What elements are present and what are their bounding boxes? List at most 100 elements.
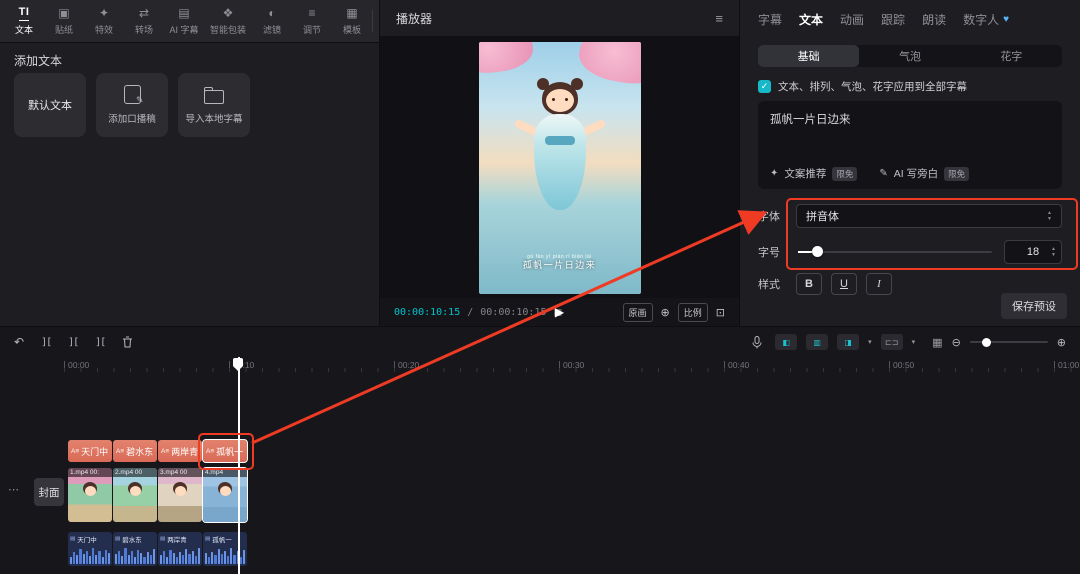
timeline-zoom-slider[interactable] — [969, 337, 1048, 347]
subtitle-text-input[interactable]: 孤帆一片日边来 ✦ 文案推荐 限免 ✎ AI 写旁白 限免 — [758, 101, 1062, 189]
import-subtitle-card[interactable]: 导入本地字幕 — [178, 73, 250, 137]
tool-text[interactable]: TI 文本 — [4, 6, 44, 36]
tool-sticker[interactable]: ▣ 贴纸 — [44, 6, 84, 36]
playhead-line[interactable] — [238, 357, 240, 574]
zoom-in-icon[interactable]: ⊕ — [1057, 336, 1066, 349]
subtitle-text-value: 孤帆一片日边来 — [770, 114, 851, 126]
cover-button[interactable]: 封面 — [34, 478, 64, 506]
apply-all-checkbox[interactable]: ✓ — [758, 80, 771, 93]
tab-digital-human[interactable]: 数字人 ♥ — [963, 11, 1009, 28]
tool-smart-package[interactable]: ❖ 智能包装 — [204, 6, 252, 36]
tab-reading[interactable]: 朗读 — [922, 11, 946, 28]
style-label: 样式 — [758, 279, 780, 291]
player-stage: gū fān yī piàn rì biān lái 孤帆一片日边来 — [380, 37, 739, 298]
subtitle-badge-icon: A≡ — [161, 447, 170, 455]
blossom-decoration — [478, 41, 536, 77]
video-clip[interactable]: 3.mp4 00 — [158, 468, 202, 522]
record-voiceover-icon[interactable] — [752, 335, 762, 349]
font-size-input[interactable]: 18 ▲ ▼ — [1004, 240, 1062, 264]
video-clip[interactable]: 2.mp4 00 — [113, 468, 157, 522]
text-clip[interactable]: A≡ 碧水东 — [113, 440, 157, 462]
underline-button[interactable]: U — [831, 273, 857, 295]
font-family-dropdown[interactable]: 拼音体 ▲ ▼ — [796, 204, 1062, 228]
tool-filter[interactable]: ◐ 滤镜 — [252, 6, 292, 36]
range-select-button[interactable]: ⊏⊐ — [880, 334, 903, 350]
tab-text[interactable]: 文本 — [799, 11, 823, 28]
heart-icon: ♥ — [1003, 13, 1010, 25]
italic-button[interactable]: I — [866, 273, 892, 295]
ruler-label: 00:30 — [563, 360, 585, 370]
ai-narration-button[interactable]: AI 写旁白 — [894, 166, 938, 181]
track-options-ellipsis[interactable]: ⋯ — [8, 483, 19, 496]
fit-screen-icon[interactable]: ⊕ — [661, 306, 670, 319]
subtab-basic[interactable]: 基础 — [758, 45, 860, 67]
add-narration-card[interactable]: 添加口播稿 — [96, 73, 168, 137]
copy-suggest-button[interactable]: 文案推荐 — [784, 166, 826, 181]
range-dropdown-caret-icon[interactable]: ▾ — [912, 338, 916, 346]
tool-ai-captions-label: AI 字幕 — [169, 25, 199, 35]
link-toggle-button[interactable]: ▥ — [806, 334, 829, 350]
slider-thumb[interactable] — [811, 246, 823, 257]
font-size-row: 字号 18 ▲ ▼ — [758, 240, 1062, 264]
text-clip[interactable]: A≡ 天门中 — [68, 440, 112, 462]
tab-subtitles[interactable]: 字幕 — [758, 11, 782, 28]
audio-clip[interactable]: ▤ 孤帆一 — [203, 532, 247, 566]
timeline-ruler[interactable]: 00:00 00:10 00:20 00:30 00:40 00:50 01:0… — [0, 357, 1080, 375]
audio-track-icon: ▤ — [115, 536, 121, 542]
folder-icon — [203, 86, 224, 104]
aspect-ratio-button[interactable]: 比例 — [677, 302, 708, 322]
adjust-icon: ≡ — [308, 5, 316, 20]
subtab-fancy-text[interactable]: 花字 — [961, 45, 1062, 67]
player-menu-icon[interactable]: ≡ — [715, 11, 723, 26]
player-panel: 播放器 ≡ gū fān yī piàn rì biān lái 孤帆一片日边来… — [380, 0, 739, 326]
text-clip[interactable]: A≡ 两岸青 — [158, 440, 202, 462]
fullscreen-icon[interactable]: ⊡ — [716, 306, 725, 319]
split-icon[interactable]: ][ — [41, 337, 52, 348]
tool-ai-captions[interactable]: ▤ AI 字幕 — [164, 6, 204, 36]
font-stepper[interactable]: ▲ ▼ — [1047, 209, 1052, 222]
tool-adjust[interactable]: ≡ 调节 — [292, 6, 332, 36]
audio-waveform — [115, 545, 156, 564]
delete-icon[interactable] — [122, 336, 133, 348]
audio-clip[interactable]: ▤ 天门中 — [68, 532, 112, 566]
text-clip-selected[interactable]: A≡ 孤帆一 — [202, 439, 248, 463]
font-size-label: 字号 — [758, 247, 780, 259]
toggle-dropdown-caret-icon[interactable]: ▾ — [868, 338, 872, 346]
playhead-follow-toggle-button[interactable]: ◨ — [837, 334, 860, 350]
tool-template[interactable]: ▦ 模板 — [332, 6, 372, 36]
tab-animation[interactable]: 动画 — [840, 11, 864, 28]
tool-sticker-label: 贴纸 — [54, 25, 73, 35]
original-quality-button[interactable]: 原画 — [622, 302, 653, 322]
zoom-out-icon[interactable]: ⊖ — [952, 336, 961, 349]
audio-clip[interactable]: ▤ 两岸青 — [158, 532, 202, 566]
tool-transition[interactable]: ⇄ 转场 — [124, 6, 164, 36]
ai-captions-icon: ▤ — [178, 5, 190, 20]
trim-right-icon[interactable]: ][ — [95, 337, 106, 348]
import-subtitle-label: 导入本地字幕 — [185, 113, 243, 125]
video-preview[interactable]: gū fān yī piàn rì biān lái 孤帆一片日边来 — [478, 41, 641, 294]
total-duration: 00:00:10:15 — [480, 306, 547, 318]
snap-toggle-button[interactable]: ◧ — [775, 334, 798, 350]
toolbar-expand-button[interactable]: » — [372, 10, 379, 32]
font-size-slider[interactable] — [798, 240, 992, 264]
stepper-up-icon: ▲ — [1047, 209, 1052, 216]
bold-button[interactable]: B — [796, 273, 822, 295]
audio-clip[interactable]: ▤ 碧水东 — [113, 532, 157, 566]
tool-effects[interactable]: ✦ 特效 — [84, 6, 124, 36]
undo-icon[interactable]: ↶ — [14, 335, 24, 349]
default-text-card[interactable]: 默认文本 — [14, 73, 86, 137]
zoom-slider-thumb[interactable] — [981, 337, 991, 347]
free-badge: 限免 — [832, 166, 858, 181]
media-toolbar: TI 文本 ▣ 贴纸 ✦ 特效 ⇄ 转场 ▤ AI 字幕 ❖ 智能包装 ◐ 滤镜… — [0, 0, 379, 42]
video-clip-selected[interactable]: 4.mp4 — [202, 467, 248, 523]
trim-left-icon[interactable]: ][ — [68, 337, 79, 348]
save-preset-button[interactable]: 保存预设 — [1001, 293, 1067, 319]
tab-tracking[interactable]: 跟踪 — [881, 11, 905, 28]
subtab-bubble[interactable]: 气泡 — [859, 45, 960, 67]
shortcut-keyboard-icon[interactable]: ▦ — [932, 336, 942, 349]
video-clip[interactable]: 1.mp4 00: — [68, 468, 112, 522]
tool-effects-label: 特效 — [94, 25, 113, 35]
play-button[interactable]: ▶ — [555, 305, 564, 319]
font-size-stepper[interactable]: ▲ ▼ — [1051, 247, 1056, 258]
ruler-label: 00:40 — [728, 360, 750, 370]
